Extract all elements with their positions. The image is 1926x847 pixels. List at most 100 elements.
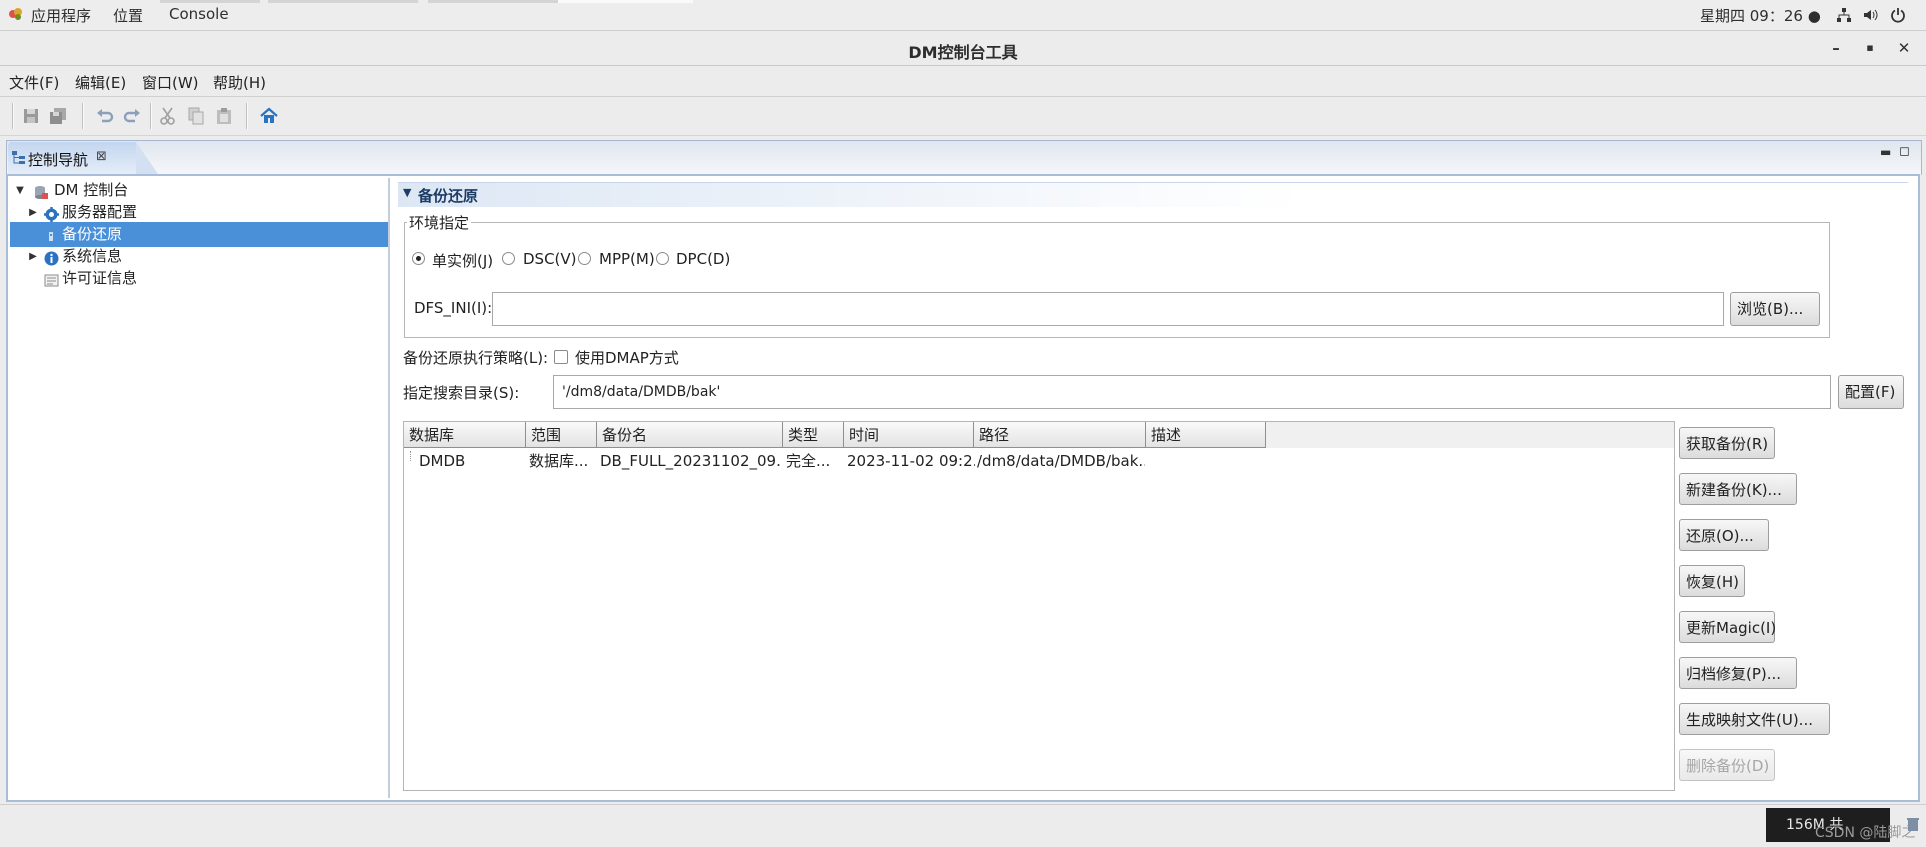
tab-control-navigation[interactable]: 控制导航 ⊠ (8, 142, 158, 174)
cell-database: DMDB (419, 452, 466, 470)
browse-button[interactable]: 浏览(B)... (1730, 292, 1820, 326)
radio-single-instance[interactable] (412, 252, 425, 265)
update-magic-button[interactable]: 更新Magic(I) (1679, 611, 1776, 643)
cell-path: /dm8/data/DMDB/bak... (977, 452, 1145, 470)
view-minimize-icon[interactable]: ▬ (1880, 145, 1891, 159)
maximize-icon[interactable]: ▪ (1860, 38, 1880, 58)
console-menu[interactable]: Console (169, 5, 229, 23)
minimize-icon[interactable]: – (1826, 38, 1846, 58)
column-header-backup-name[interactable]: 备份名 (597, 422, 783, 448)
home-icon[interactable] (259, 106, 279, 126)
license-icon (44, 271, 59, 287)
radio-dsc[interactable] (502, 252, 515, 265)
power-icon[interactable] (1890, 7, 1906, 27)
volume-icon[interactable] (1862, 7, 1878, 27)
radio-dpc[interactable] (656, 252, 669, 265)
recover-button[interactable]: 恢复(H) (1679, 565, 1745, 597)
dmap-checkbox[interactable] (554, 350, 568, 364)
apps-menu[interactable]: 应用程序 (31, 5, 91, 26)
panel-tab-indicator (160, 0, 260, 3)
cut-icon[interactable] (158, 106, 178, 126)
archive-repair-button[interactable]: 归档修复(P)... (1679, 657, 1797, 689)
cell-type: 完全... (786, 452, 831, 470)
save-icon[interactable] (21, 106, 41, 126)
search-dir-label: 指定搜索目录(S): (403, 384, 520, 402)
system-top-panel: 应用程序 位置 Console 星期四 09：26 ● (0, 0, 1926, 31)
column-header-time[interactable]: 时间 (844, 422, 974, 448)
generate-mapping-file-button[interactable]: 生成映射文件(U)... (1679, 703, 1830, 735)
cell-backup-name: DB_FULL_20231102_09... (600, 452, 782, 470)
save-all-icon[interactable] (48, 106, 68, 126)
paste-icon[interactable] (214, 106, 234, 126)
toolbar (0, 97, 1926, 136)
dmap-checkbox-label: 使用DMAP方式 (575, 349, 679, 367)
cell-scope: 数据库... (529, 452, 589, 470)
apps-menu-icon[interactable] (8, 6, 24, 26)
window-title: DM控制台工具 (908, 43, 1018, 62)
column-header-description[interactable]: 描述 (1146, 422, 1266, 448)
toolbar-separator (12, 103, 14, 129)
strategy-label: 备份还原执行策略(L): (403, 349, 549, 367)
watermark: CSDN @陆脚之 (1815, 825, 1916, 841)
column-header-database[interactable]: 数据库 (404, 422, 526, 448)
navigation-tree: ▼ DM 控制台 ▶ 服务器配置 备份还原 ▶ 系统信息 许可证信息 (10, 178, 390, 798)
backup-icon (44, 227, 59, 242)
radio-label: MPP(M) (599, 250, 655, 268)
dfs-ini-input[interactable] (492, 292, 1724, 326)
cell-description (1144, 449, 1267, 473)
places-menu[interactable]: 位置 (113, 5, 143, 26)
menubar: 文件(F) 编辑(E) 窗口(W) 帮助(H) (0, 66, 1926, 97)
section-header[interactable]: ▼ 备份还原 (398, 182, 1908, 207)
radio-label: DPC(D) (676, 250, 731, 268)
menu-edit[interactable]: 编辑(E) (75, 72, 126, 93)
copy-icon[interactable] (186, 106, 206, 126)
undo-icon[interactable] (95, 106, 115, 126)
column-header-scope[interactable]: 范围 (526, 422, 597, 448)
panel-tab-indicator (268, 0, 418, 3)
database-console-icon (34, 183, 49, 199)
menu-window[interactable]: 窗口(W) (142, 72, 199, 93)
search-dir-input[interactable]: '/dm8/data/DMDB/bak' (553, 375, 1831, 409)
radio-mpp[interactable] (578, 252, 591, 265)
gear-icon (44, 205, 59, 222)
tree-item-license-info[interactable]: 许可证信息 (10, 266, 388, 291)
view-tab-bar (6, 140, 1922, 175)
new-backup-button[interactable]: 新建备份(K)... (1679, 473, 1797, 505)
navigation-tree-icon (12, 151, 26, 169)
toolbar-separator (82, 103, 84, 129)
status-bar (0, 804, 1926, 847)
fetch-backup-button[interactable]: 获取备份(R) (1679, 427, 1775, 459)
menu-help[interactable]: 帮助(H) (213, 72, 266, 93)
tab-label: 控制导航 (28, 151, 89, 169)
info-icon (44, 249, 59, 266)
view-maximize-icon[interactable]: ◻ (1899, 144, 1910, 159)
column-header-type[interactable]: 类型 (783, 422, 844, 448)
config-button[interactable]: 配置(F) (1838, 375, 1904, 409)
dfs-ini-label: DFS_INI(I): (414, 299, 493, 317)
radio-label: 单实例(J) (432, 252, 494, 270)
cell-time: 2023-11-02 09:2... (847, 452, 975, 470)
network-icon[interactable] (1836, 7, 1852, 27)
restore-button[interactable]: 还原(O)... (1679, 519, 1769, 551)
redo-icon[interactable] (122, 106, 142, 126)
tab-close-icon[interactable]: ⊠ (96, 149, 107, 164)
tree-item-label: 许可证信息 (62, 269, 138, 287)
clock[interactable]: 星期四 09：26 ● (1700, 5, 1821, 26)
tree-line (410, 451, 412, 461)
radio-label: DSC(V) (523, 250, 577, 268)
column-header-path[interactable]: 路径 (974, 422, 1146, 448)
delete-backup-button: 删除备份(D) (1679, 749, 1775, 781)
backup-table[interactable]: 数据库 范围 备份名 类型 时间 路径 描述 DMDB 数据库... DB_FU… (403, 421, 1675, 791)
menu-file[interactable]: 文件(F) (9, 72, 59, 93)
panel-tab-indicator (428, 0, 558, 3)
toolbar-separator (246, 103, 248, 129)
section-title: 备份还原 (418, 187, 479, 205)
table-header: 数据库 范围 备份名 类型 时间 路径 描述 (404, 422, 1674, 448)
close-icon[interactable]: ✕ (1894, 38, 1914, 58)
trash-icon[interactable] (1906, 816, 1920, 836)
panel-tab-indicator (558, 0, 693, 3)
window-titlebar: DM控制台工具 – ▪ ✕ (0, 31, 1926, 66)
collapse-icon[interactable]: ▼ (403, 186, 411, 199)
environment-legend: 环境指定 (409, 214, 470, 232)
toolbar-separator (150, 103, 152, 129)
